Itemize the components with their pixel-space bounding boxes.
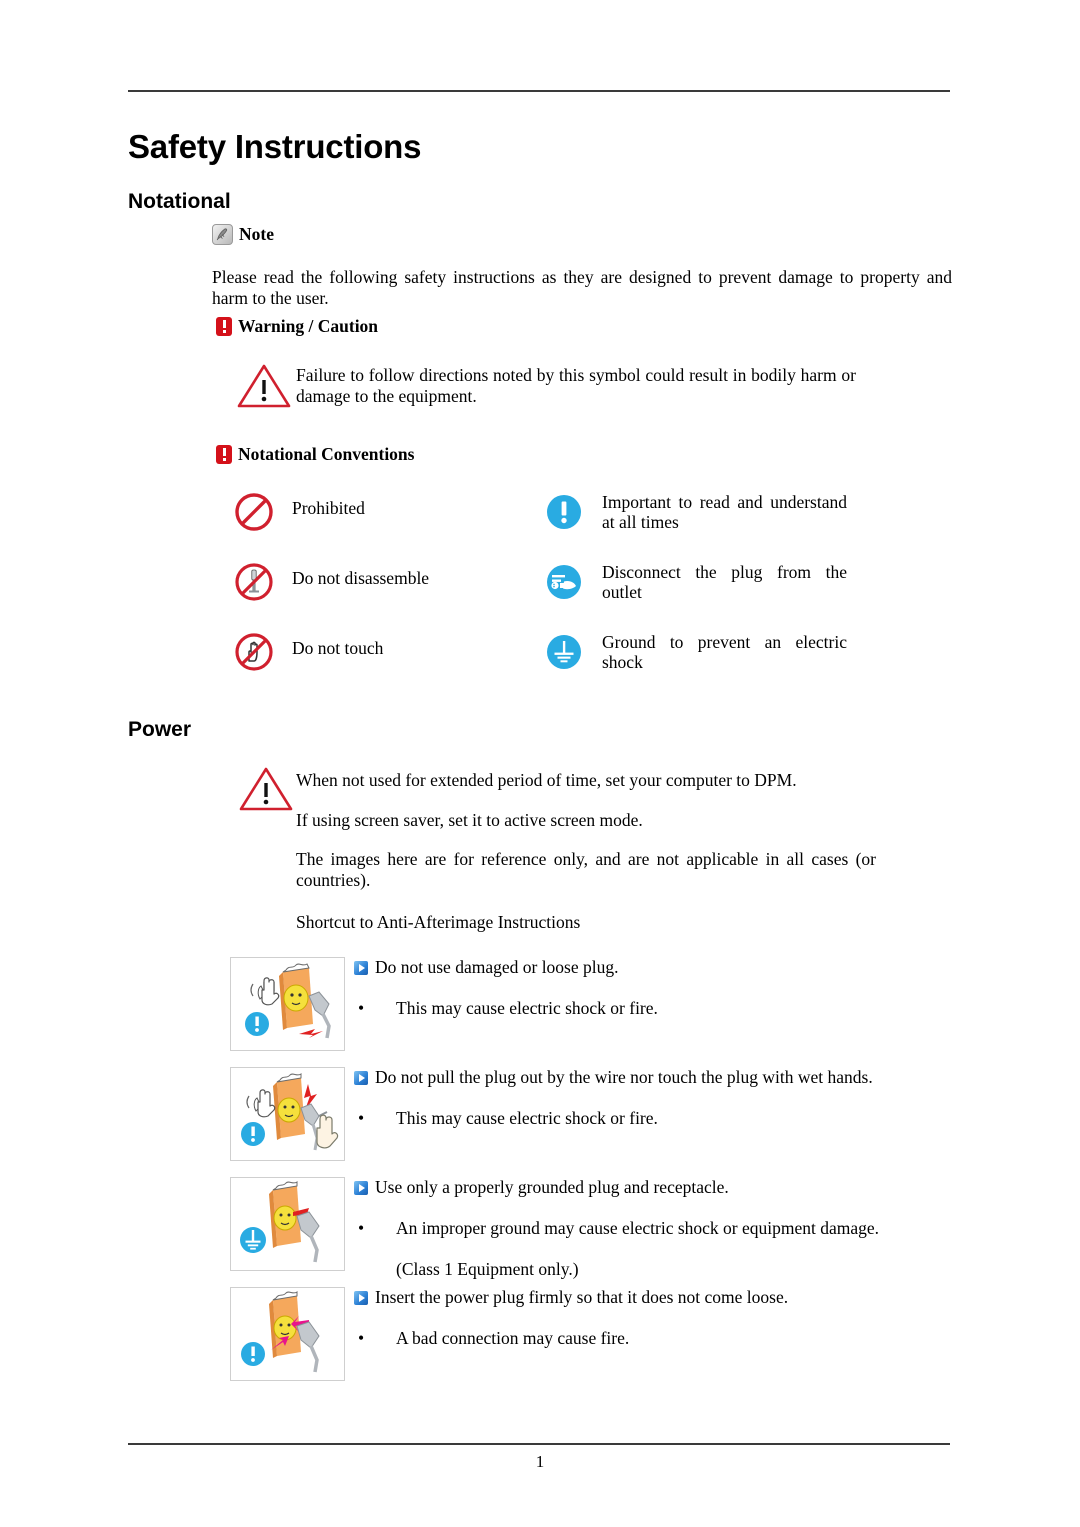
convention-label: Prohibited [292,498,365,518]
power-item-extra: (Class 1 Equipment only.) [396,1259,579,1279]
power-note-4: Shortcut to Anti-Afterimage Instructions [296,912,581,932]
power-item-bullet-row: • An improper ground may cause electric … [354,1218,1080,1239]
blue-arrow-bullet-icon [354,1291,368,1305]
notational-conventions-grid: Prohibited Important to read and underst… [232,490,952,700]
grounded-plug-illustration [230,1177,345,1271]
convention-label: Ground to prevent an electric shock [602,632,847,672]
power-item-headline-row: Insert the power plug firmly so that it … [354,1287,1080,1308]
convention-do-not-disassemble: Do not disassemble [232,560,542,630]
power-item-text: Use only a properly grounded plug and re… [354,1177,1080,1280]
header-rule [128,90,950,92]
power-note-3: The images here are for reference only, … [296,849,876,890]
important-read-icon [542,490,586,534]
power-note-1: When not used for extended period of tim… [296,770,797,790]
page-number: 1 [535,1452,545,1471]
convention-disconnect-plug: Disconnect the plug from the outlet [542,560,852,630]
prohibited-icon [232,490,276,534]
section-heading-notational: Notational [128,190,231,213]
ground-icon [542,630,586,674]
power-item-bullet: This may cause electric shock or fire. [396,998,658,1018]
convention-important-read: Important to read and understand at all … [542,490,852,560]
pull-plug-wet-hands-illustration [230,1067,345,1161]
blue-arrow-bullet-icon [354,1181,368,1195]
note-paragraph: Please read the following safety instruc… [212,267,952,308]
convention-label: Disconnect the plug from the outlet [602,562,847,602]
warning-paragraph: Failure to follow directions noted by th… [296,365,856,406]
power-item-bullet-row: • This may cause electric shock or fire. [354,998,1080,1019]
power-item-headline: Do not use damaged or loose plug. [375,957,619,977]
convention-ground: Ground to prevent an electric shock [542,630,852,700]
do-not-disassemble-icon [232,560,276,604]
power-item-bullet: A bad connection may cause fire. [396,1328,630,1348]
power-item-headline-row: Do not use damaged or loose plug. [354,957,1080,978]
convention-label: Do not touch [292,638,384,658]
conventions-badge-icon [216,445,232,464]
power-item-headline: Do not pull the plug out by the wire nor… [375,1067,873,1087]
footer-rule [128,1443,950,1445]
bullet-glyph: • [358,1108,365,1128]
insert-plug-firmly-illustration [230,1287,345,1381]
note-label: Note [239,224,274,244]
power-item-headline: Use only a properly grounded plug and re… [375,1177,729,1197]
power-item-headline-row: Use only a properly grounded plug and re… [354,1177,1080,1198]
conventions-row: Do not disassemble Disconnect the plug f… [232,560,952,630]
power-item-text: Do not use damaged or loose plug. • This… [354,957,1080,1019]
conventions-label-row: Notational Conventions [216,444,414,465]
power-item-bullet-row: • A bad connection may cause fire. [354,1328,1080,1349]
bullet-glyph: • [358,1328,365,1348]
warning-label-row: Warning / Caution [216,316,378,337]
power-item-text: Insert the power plug firmly so that it … [354,1287,1080,1349]
power-item-headline-row: Do not pull the plug out by the wire nor… [354,1067,1080,1088]
warning-caution-label: Warning / Caution [238,316,379,336]
convention-label: Important to read and understand at all … [602,492,847,532]
disconnect-plug-icon [542,560,586,604]
page-title: Safety Instructions [128,128,422,165]
power-warning-triangle-icon [238,765,294,818]
blue-arrow-bullet-icon [354,1071,368,1085]
note-pen-icon [212,224,233,245]
power-item-bullet-row: • This may cause electric shock or fire. [354,1108,1080,1129]
note-label-row: Note [212,224,274,245]
bullet-glyph: • [358,1218,365,1238]
power-item-headline: Insert the power plug firmly so that it … [375,1287,789,1307]
warning-badge-icon [216,317,232,336]
notational-conventions-label: Notational Conventions [238,444,415,464]
power-item-text: Do not pull the plug out by the wire nor… [354,1067,1080,1129]
convention-do-not-touch: Do not touch [232,630,542,700]
damaged-loose-plug-illustration [230,957,345,1051]
warning-triangle-icon [236,362,292,415]
power-item-bullet: An improper ground may cause electric sh… [396,1218,880,1238]
document-page: Safety Instructions Notational Note Plea… [0,0,1080,1527]
bullet-glyph: • [358,998,365,1018]
section-heading-power: Power [128,718,192,741]
blue-arrow-bullet-icon [354,961,368,975]
conventions-row: Do not touch Ground to prevent an electr… [232,630,952,700]
convention-prohibited: Prohibited [232,490,542,560]
power-item-bullet: This may cause electric shock or fire. [396,1108,658,1128]
convention-label: Do not disassemble [292,568,430,588]
do-not-touch-icon [232,630,276,674]
conventions-row: Prohibited Important to read and underst… [232,490,952,560]
power-note-2: If using screen saver, set it to active … [296,810,643,830]
